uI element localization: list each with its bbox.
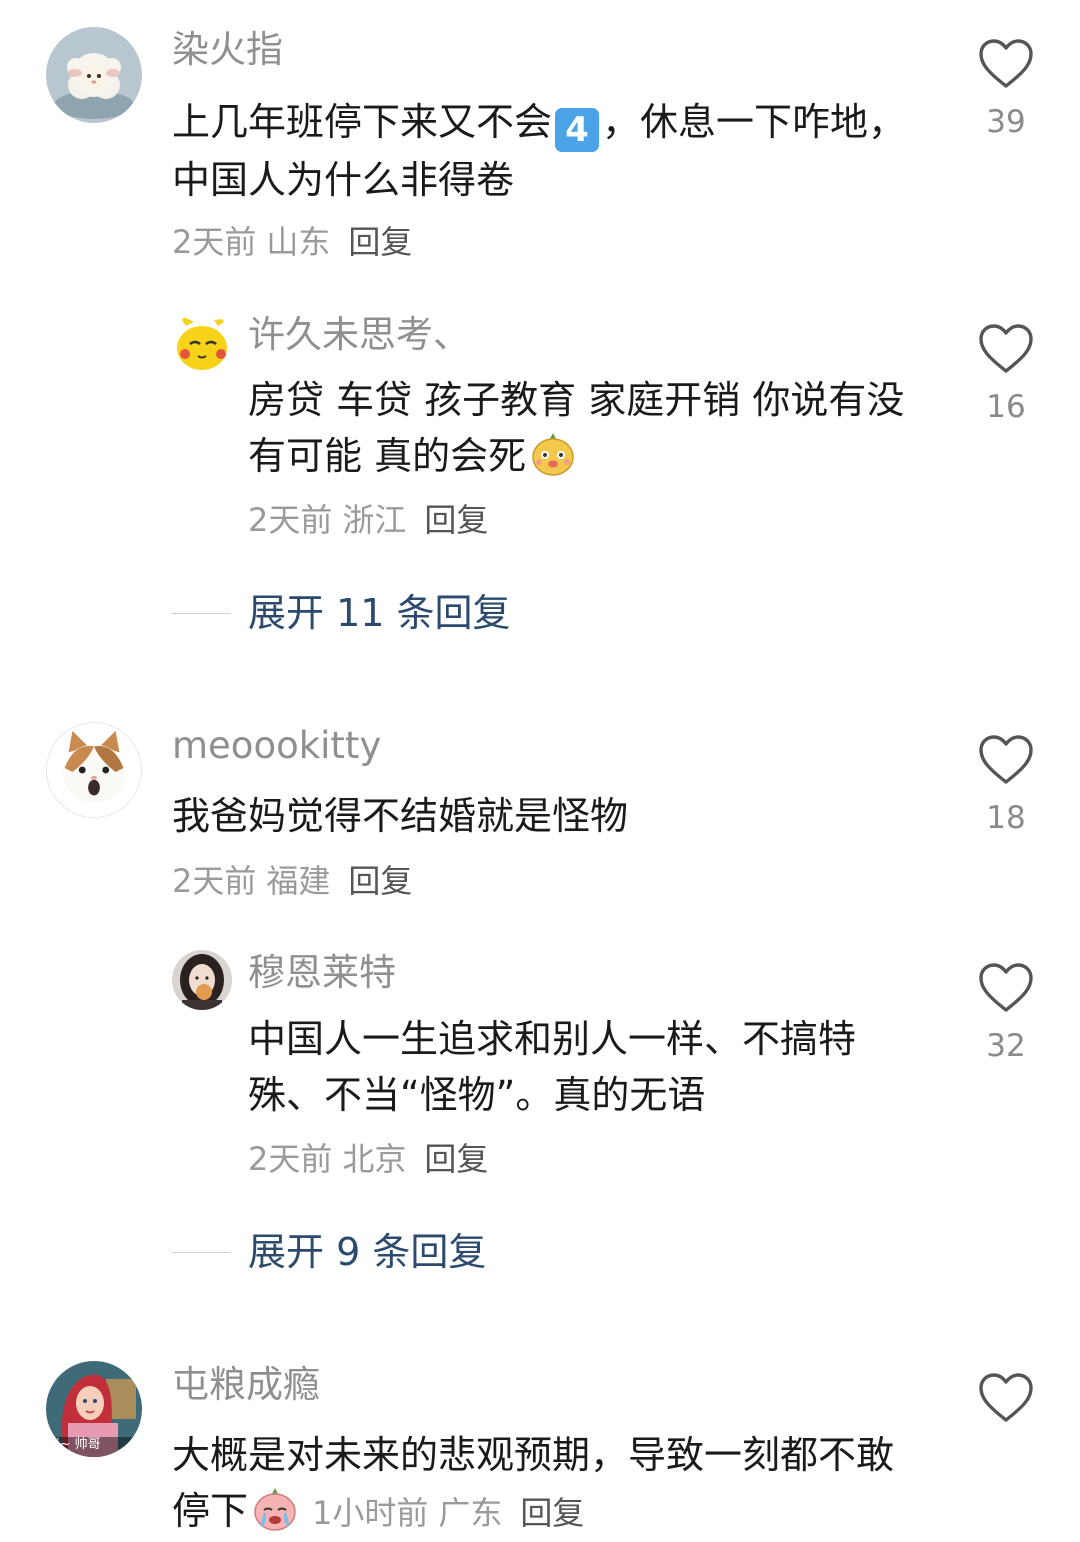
username[interactable]: 屯粮成瘾 — [172, 1361, 320, 1409]
like-button[interactable]: 39 — [976, 38, 1036, 142]
keycap-four-emoji: 4 — [555, 108, 600, 152]
face-emoji-icon — [532, 433, 574, 476]
expand-replies-label: 展开 9 条回复 — [248, 1230, 487, 1274]
reply-button[interactable]: 回复 — [348, 223, 412, 261]
timestamp: 2天前 — [248, 501, 333, 539]
comment-meta: 2天前 山东 回复 — [172, 220, 412, 264]
comment-text-part: 上几年班停下来又不会 — [172, 100, 553, 144]
like-button[interactable]: 16 — [976, 323, 1036, 427]
timestamp: 2天前 — [248, 1140, 333, 1178]
expand-replies-button[interactable]: 展开 9 条回复 — [171, 1227, 486, 1277]
reply-button[interactable]: 回复 — [520, 1494, 584, 1532]
heart-icon — [979, 735, 1033, 784]
divider-line — [171, 1251, 231, 1253]
reply-text-content: 房贷 车贷 孩子教育 家庭开销 你说有没有可能 真的会死 — [248, 378, 905, 478]
like-button[interactable]: 18 — [976, 734, 1036, 838]
cat-avatar-icon — [47, 723, 141, 817]
timestamp: 2天前 — [172, 223, 257, 261]
comment-text: 上几年班停下来又不会 4 ，休息一下咋地，中国人为什么非得卷 — [172, 94, 912, 208]
comment-text: 大概是对未来的悲观预期，导致一刻都不敢停下 1小时前 广东 回复 — [172, 1427, 902, 1539]
avatar[interactable] — [172, 312, 232, 372]
location: 福建 — [266, 862, 331, 900]
heart-icon — [979, 1373, 1033, 1422]
heart-icon — [979, 324, 1033, 373]
pikachu-avatar-icon — [172, 312, 232, 372]
like-button[interactable]: 32 — [976, 962, 1036, 1066]
heart-icon — [979, 963, 1033, 1012]
avatar[interactable] — [172, 950, 232, 1010]
reply-button[interactable]: 回复 — [424, 1140, 488, 1178]
timestamp: 1小时前 — [312, 1494, 429, 1532]
expand-replies-button[interactable]: 展开 11 条回复 — [171, 588, 511, 638]
avatar-caption: i~ 帅哥 — [56, 1437, 101, 1452]
reply-meta: 2天前 浙江 回复 — [248, 498, 488, 542]
comment-meta: 2天前 福建 回复 — [172, 859, 412, 903]
username[interactable]: 许久未思考、 — [248, 311, 470, 359]
divider-line — [171, 612, 231, 614]
expand-replies-label: 展开 11 条回复 — [248, 591, 511, 635]
heart-icon — [979, 39, 1033, 88]
like-count: 18 — [986, 800, 1026, 836]
reply-button[interactable]: 回复 — [348, 862, 412, 900]
reply-text: 中国人一生追求和别人一样、不搞特殊、不当“怪物”。真的无语 — [248, 1017, 857, 1117]
like-count: 39 — [986, 104, 1026, 140]
lamb-avatar-icon — [46, 27, 142, 123]
reply-text: 房贷 车贷 孩子教育 家庭开销 你说有没有可能 真的会死 — [248, 372, 918, 484]
username[interactable]: 染火指 — [172, 26, 283, 74]
avatar[interactable]: i~ 帅哥 — [46, 1361, 142, 1457]
like-count: 16 — [986, 389, 1026, 425]
comment-text: 我爸妈觉得不结婚就是怪物 — [172, 794, 629, 838]
timestamp: 2天前 — [172, 862, 257, 900]
location: 山东 — [266, 223, 331, 261]
username[interactable]: 穆恩莱特 — [248, 949, 396, 997]
username[interactable]: meoookitty — [172, 722, 381, 770]
location: 广东 — [438, 1494, 503, 1532]
girl-avatar-icon — [172, 950, 232, 1010]
crying-emoji-icon — [254, 1488, 296, 1531]
location: 浙江 — [342, 501, 407, 539]
comment-meta: 1小时前 广东 回复 — [312, 1494, 584, 1532]
like-count: 32 — [986, 1028, 1026, 1064]
reply-meta: 2天前 北京 回复 — [248, 1137, 488, 1181]
like-button[interactable] — [976, 1372, 1036, 1424]
avatar[interactable] — [46, 27, 142, 123]
location: 北京 — [342, 1140, 407, 1178]
avatar[interactable] — [46, 722, 142, 818]
reply-button[interactable]: 回复 — [424, 501, 488, 539]
